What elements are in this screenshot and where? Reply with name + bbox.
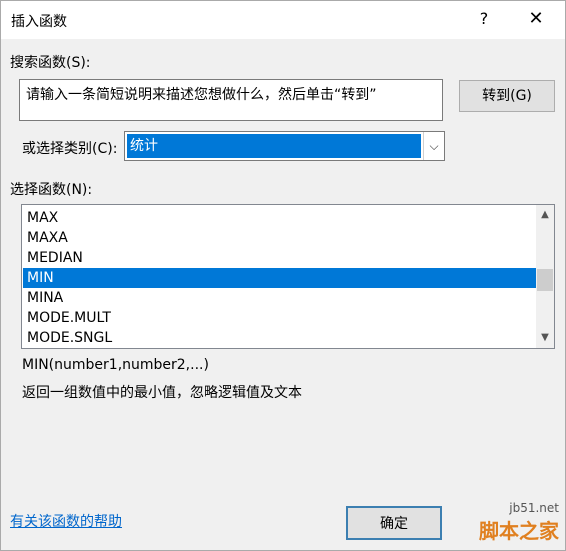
watermark: jb51.net 脚本之家 (479, 501, 559, 544)
function-signature: MIN(number1,number2,...) (22, 357, 209, 373)
functions-label: 选择函数(N): (10, 182, 93, 198)
function-list[interactable]: MAX MAXA MEDIAN MIN MINA MODE.MULT MODE.… (21, 204, 555, 349)
scroll-up-icon[interactable]: ▲ (536, 206, 554, 224)
scroll-thumb[interactable] (537, 269, 553, 291)
ok-button[interactable]: 确定 (346, 506, 442, 540)
function-description: 返回一组数值中的最小值，忽略逻辑值及文本 (22, 385, 302, 401)
title-bar: 插入函数 ? ✕ (1, 1, 565, 39)
watermark-domain: jb51.net (509, 501, 559, 515)
category-label: 或选择类别(C): (22, 141, 118, 157)
search-label: 搜索函数(S): (10, 55, 91, 71)
insert-function-dialog: 插入函数 ? ✕ 搜索函数(S): 请输入一条简短说明来描述您想做什么，然后单击… (0, 0, 566, 551)
dialog-title: 插入函数 (11, 14, 67, 30)
list-item[interactable]: MAXA (23, 228, 537, 248)
list-item[interactable]: MODE.SNGL (23, 328, 537, 348)
category-selected-value: 统计 (127, 134, 421, 158)
search-input[interactable]: 请输入一条简短说明来描述您想做什么，然后单击“转到” (19, 79, 443, 121)
function-help-link[interactable]: 有关该函数的帮助 (10, 511, 122, 531)
list-item[interactable]: MINA (23, 288, 537, 308)
watermark-name: 脚本之家 (479, 519, 559, 543)
list-item[interactable]: MEDIAN (23, 248, 537, 268)
chevron-down-icon[interactable]: ⌵ (423, 132, 444, 160)
list-item-selected[interactable]: MIN (23, 268, 537, 288)
list-item[interactable]: MAX (23, 208, 537, 228)
category-select[interactable]: 统计 ⌵ (124, 131, 445, 161)
list-item[interactable]: MODE.MULT (23, 308, 537, 328)
vertical-scrollbar[interactable]: ▲ ▼ (536, 205, 554, 348)
goto-button[interactable]: 转到(G) (459, 80, 555, 112)
close-icon[interactable]: ✕ (517, 5, 555, 33)
help-icon[interactable]: ? (471, 5, 497, 33)
scroll-down-icon[interactable]: ▼ (536, 329, 554, 347)
